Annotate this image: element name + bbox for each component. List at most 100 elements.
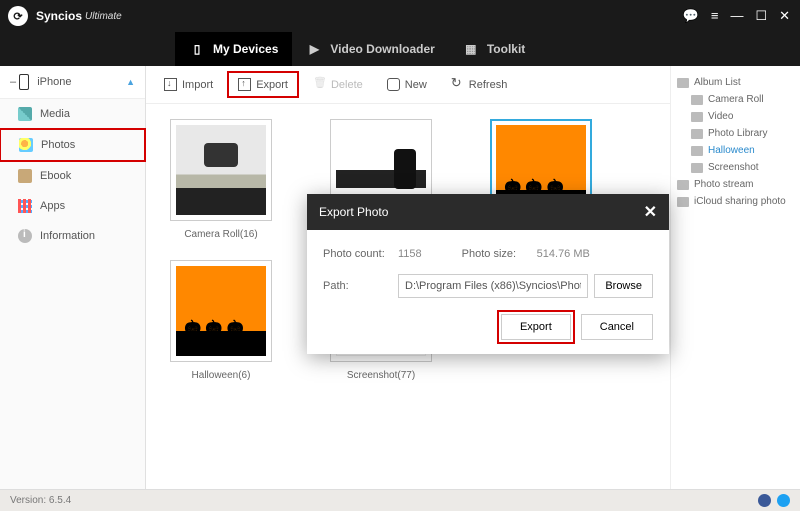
button-label: Export bbox=[256, 79, 288, 91]
new-button[interactable]: New bbox=[377, 72, 437, 97]
album-list-item[interactable]: Halloween bbox=[677, 142, 794, 159]
folder-icon bbox=[691, 129, 703, 139]
tab-my-devices[interactable]: ▯ My Devices bbox=[175, 32, 292, 66]
dialog-info-row: Photo count: 1158 Photo size: 514.76 MB bbox=[323, 248, 653, 260]
photos-icon bbox=[19, 138, 33, 152]
sidebar-item-label: Photos bbox=[41, 139, 75, 151]
status-bar: Version: 6.5.4 bbox=[0, 489, 800, 511]
twitter-icon[interactable] bbox=[777, 494, 790, 507]
main-nav: ▯ My Devices ▶ Video Downloader ▦ Toolki… bbox=[0, 32, 800, 66]
item-label: Halloween bbox=[708, 145, 755, 156]
folder-icon bbox=[691, 95, 703, 105]
album-list-item[interactable]: Video bbox=[677, 108, 794, 125]
photo-count-value: 1158 bbox=[398, 248, 422, 260]
phone-icon: ▯ bbox=[189, 41, 205, 57]
photo-size-value: 514.76 MB bbox=[537, 248, 590, 260]
album-list-title: Album List bbox=[677, 74, 794, 91]
button-label: Refresh bbox=[469, 79, 508, 91]
photo-count-label: Photo count: bbox=[323, 248, 398, 260]
sidebar-item-apps[interactable]: Apps bbox=[0, 191, 145, 221]
button-label: Import bbox=[182, 79, 213, 91]
tab-video-downloader[interactable]: ▶ Video Downloader bbox=[292, 32, 448, 66]
refresh-button[interactable]: Refresh bbox=[441, 72, 518, 97]
tab-label: My Devices bbox=[213, 42, 278, 56]
sidebar-item-label: Media bbox=[40, 108, 70, 120]
album-list-item[interactable]: iCloud sharing photo bbox=[677, 193, 794, 210]
grid-icon: ▦ bbox=[463, 41, 479, 57]
item-label: Photo stream bbox=[694, 179, 753, 190]
delete-button[interactable]: Delete bbox=[303, 72, 373, 97]
item-label: Camera Roll bbox=[708, 94, 764, 105]
menu-icon[interactable]: ≡ bbox=[711, 8, 719, 24]
new-icon bbox=[387, 78, 400, 91]
sidebar-item-label: Ebook bbox=[40, 170, 71, 182]
dialog-close-button[interactable]: ✕ bbox=[644, 202, 657, 222]
album-list-panel: Album List Camera Roll Video Photo Libra… bbox=[670, 66, 800, 489]
ebook-icon bbox=[18, 169, 32, 183]
album-label: Halloween(6) bbox=[192, 370, 251, 381]
device-selector[interactable]: – iPhone ▲ bbox=[0, 66, 145, 99]
panel-title: Album List bbox=[694, 77, 741, 88]
sidebar-item-media[interactable]: Media bbox=[0, 99, 145, 129]
trash-icon bbox=[313, 78, 326, 91]
toolbar: Import Export Delete New Refresh bbox=[146, 66, 670, 104]
close-button[interactable]: ✕ bbox=[779, 8, 790, 24]
app-name: Syncios bbox=[36, 9, 82, 23]
export-icon bbox=[238, 78, 251, 91]
item-label: Screenshot bbox=[708, 162, 759, 173]
sidebar-item-ebook[interactable]: Ebook bbox=[0, 161, 145, 191]
dialog-export-button[interactable]: Export bbox=[501, 314, 571, 340]
social-links bbox=[758, 494, 790, 507]
play-icon: ▶ bbox=[306, 41, 322, 57]
path-input[interactable] bbox=[398, 274, 588, 298]
chat-icon[interactable]: 💬 bbox=[683, 8, 699, 24]
photo-size-label: Photo size: bbox=[462, 248, 537, 260]
path-label: Path: bbox=[323, 280, 398, 292]
dialog-titlebar: Export Photo ✕ bbox=[307, 194, 669, 230]
sidebar-item-information[interactable]: Information bbox=[0, 221, 145, 251]
folder-icon bbox=[677, 180, 689, 190]
button-label: New bbox=[405, 79, 427, 91]
album-list-item[interactable]: Photo Library bbox=[677, 125, 794, 142]
chevron-up-icon: ▲ bbox=[126, 77, 135, 87]
album-halloween[interactable]: Halloween(6) bbox=[161, 260, 281, 381]
app-edition: Ultimate bbox=[85, 11, 122, 22]
item-label: Photo Library bbox=[708, 128, 767, 139]
album-label: Screenshot(77) bbox=[347, 370, 415, 381]
window-controls: 💬 ≡ — ☐ ✕ bbox=[683, 8, 800, 24]
browse-button[interactable]: Browse bbox=[594, 274, 653, 298]
export-photo-dialog: Export Photo ✕ Photo count: 1158 Photo s… bbox=[307, 194, 669, 354]
sidebar-item-label: Apps bbox=[40, 200, 65, 212]
titlebar: ⟳ Syncios Ultimate 💬 ≡ — ☐ ✕ bbox=[0, 0, 800, 32]
album-list-item[interactable]: Photo stream bbox=[677, 176, 794, 193]
refresh-icon bbox=[451, 78, 464, 91]
album-list-item[interactable]: Screenshot bbox=[677, 159, 794, 176]
version-label: Version: 6.5.4 bbox=[10, 495, 71, 506]
thumbnail-icon bbox=[176, 266, 266, 356]
import-button[interactable]: Import bbox=[154, 72, 223, 97]
facebook-icon[interactable] bbox=[758, 494, 771, 507]
apps-icon bbox=[18, 199, 32, 213]
dash-icon: – bbox=[10, 76, 16, 88]
album-list-item[interactable]: Camera Roll bbox=[677, 91, 794, 108]
tab-label: Toolkit bbox=[487, 42, 525, 56]
folder-icon bbox=[691, 163, 703, 173]
import-icon bbox=[164, 78, 177, 91]
dialog-title: Export Photo bbox=[319, 205, 388, 219]
folder-icon bbox=[691, 146, 703, 156]
media-icon bbox=[18, 107, 32, 121]
sidebar: – iPhone ▲ Media Photos Ebook Apps Infor… bbox=[0, 66, 146, 489]
dialog-actions: Export Cancel bbox=[323, 314, 653, 340]
button-label: Delete bbox=[331, 79, 363, 91]
dialog-cancel-button[interactable]: Cancel bbox=[581, 314, 653, 340]
album-camera-roll[interactable]: Camera Roll(16) bbox=[161, 119, 281, 240]
minimize-button[interactable]: — bbox=[730, 8, 743, 24]
phone-icon bbox=[19, 74, 29, 90]
tab-toolkit[interactable]: ▦ Toolkit bbox=[449, 32, 539, 66]
export-button[interactable]: Export bbox=[227, 71, 299, 98]
maximize-button[interactable]: ☐ bbox=[755, 8, 767, 24]
sidebar-item-photos[interactable]: Photos bbox=[0, 128, 146, 162]
device-name: iPhone bbox=[37, 76, 71, 88]
item-label: iCloud sharing photo bbox=[694, 196, 786, 207]
app-logo-icon: ⟳ bbox=[8, 6, 28, 26]
